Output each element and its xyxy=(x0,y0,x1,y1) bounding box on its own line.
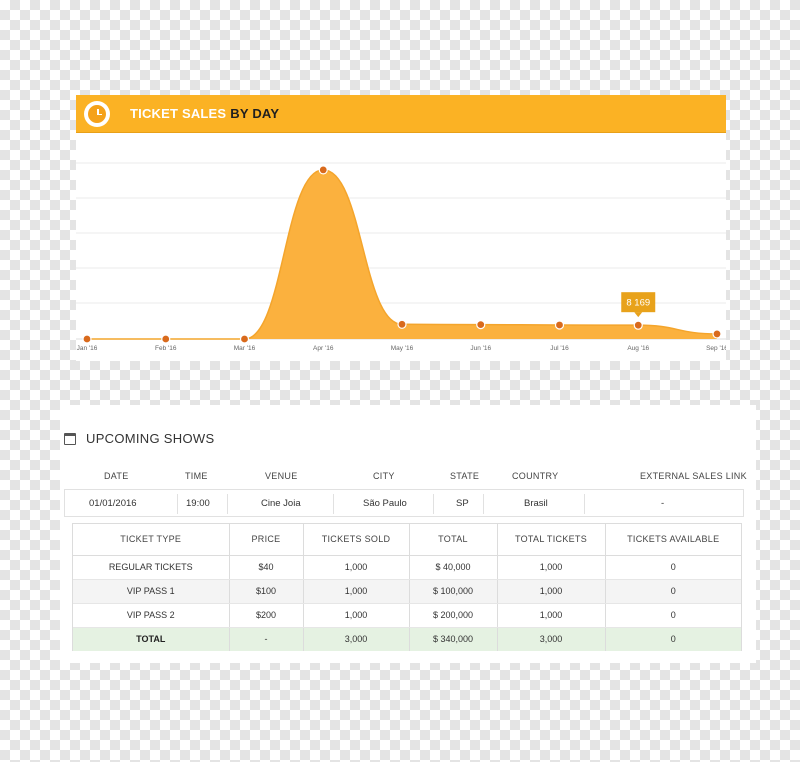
col-city: CITY xyxy=(373,471,395,481)
th-total-tickets: TOTAL TICKETS xyxy=(497,524,606,556)
total-amount: $ 340,000 xyxy=(409,627,498,651)
show-venue: Cine Joia xyxy=(261,498,301,509)
data-point[interactable] xyxy=(397,319,407,329)
data-point[interactable] xyxy=(554,320,565,330)
total-tickets: 1,000 xyxy=(497,555,606,580)
data-point[interactable] xyxy=(318,165,328,175)
data-point[interactable] xyxy=(476,320,486,330)
ticket-sales-panel: TICKET SALES BY DAY Jan '16 Feb '16 Mar '16… xyxy=(76,95,726,361)
tooltip: 8 169 xyxy=(621,292,656,318)
data-point[interactable] xyxy=(712,329,722,339)
ticket-total: $ 200,000 xyxy=(409,603,498,628)
x-tick-label: Jul '16 xyxy=(550,345,569,352)
chart-title: TICKET SALES BY DAY xyxy=(130,106,279,121)
chart-header: TICKET SALES BY DAY xyxy=(76,95,726,133)
clock-icon xyxy=(84,100,110,127)
x-tick-label: Mar '16 xyxy=(234,345,256,352)
col-venue: VENUE xyxy=(265,471,298,481)
chart-area: Jan '16 Feb '16 Mar '16 Apr '16 May '16 Jun '… xyxy=(76,133,726,361)
series-line xyxy=(87,169,718,340)
total-label: TOTAL xyxy=(73,627,230,651)
table-row: REGULAR TICKETS $40 1,000 $ 40,000 1,000… xyxy=(73,555,741,580)
total-row: TOTAL - 3,000 $ 340,000 3,000 0 xyxy=(73,627,741,651)
col-date: DATE xyxy=(104,471,129,481)
chart-title-highlight: TICKET SALES xyxy=(130,106,227,121)
th-tickets-available: TICKETS AVAILABLE xyxy=(605,524,741,556)
x-tick-label: Sep '16 xyxy=(706,345,726,352)
calendar-icon xyxy=(64,432,76,445)
ticket-price: $200 xyxy=(229,603,304,628)
x-tick-label: Jan '16 xyxy=(77,345,98,352)
data-point[interactable] xyxy=(161,334,171,344)
upcoming-shows-title: UPCOMING SHOWS xyxy=(86,431,215,446)
total-tickets: 1,000 xyxy=(497,579,606,604)
table-row: VIP PASS 1 $100 1,000 $ 100,000 1,000 0 xyxy=(73,579,741,604)
total-total-tickets: 3,000 xyxy=(497,627,606,651)
show-country: Brasil xyxy=(524,498,548,509)
th-tickets-sold: TICKETS SOLD xyxy=(303,524,410,556)
ticket-price: $100 xyxy=(229,579,304,604)
tickets-sold: 1,000 xyxy=(303,555,410,580)
total-available: 0 xyxy=(605,627,741,651)
data-point[interactable] xyxy=(239,334,250,344)
ticket-price: $40 xyxy=(229,555,304,580)
ticket-type: VIP PASS 2 xyxy=(73,603,230,628)
table-row: VIP PASS 2 $200 1,000 $ 200,000 1,000 0 xyxy=(73,603,741,628)
chart-title-rest: BY DAY xyxy=(230,106,280,121)
th-total: TOTAL xyxy=(409,524,498,556)
x-tick-label: Jun '16 xyxy=(470,345,491,352)
x-tick-label: Aug '16 xyxy=(627,345,649,352)
tooltip-pointer xyxy=(634,312,643,318)
show-time: 19:00 xyxy=(186,498,210,509)
tooltip-label: 8 169 xyxy=(626,298,650,309)
tickets-sold: 1,000 xyxy=(303,603,410,628)
total-sold: 3,000 xyxy=(303,627,410,651)
total-price: - xyxy=(229,627,304,651)
th-ticket-type: TICKET TYPE xyxy=(73,524,230,556)
show-city: São Paulo xyxy=(363,498,407,509)
th-price: PRICE xyxy=(229,524,304,556)
tickets-available: 0 xyxy=(605,555,741,580)
col-time: TIME xyxy=(185,471,208,481)
show-state: SP xyxy=(456,498,469,509)
tickets-sold: 1,000 xyxy=(303,579,410,604)
x-tick-label: Feb '16 xyxy=(155,345,177,352)
show-external-link[interactable]: - xyxy=(661,498,664,509)
total-tickets: 1,000 xyxy=(497,603,606,628)
tickets-available: 0 xyxy=(605,603,741,628)
data-point[interactable] xyxy=(82,334,92,344)
tickets-available: 0 xyxy=(605,579,741,604)
x-tick-label: May '16 xyxy=(391,345,414,352)
show-row[interactable]: 01/01/2016 19:00 Cine Joia São Paulo SP … xyxy=(64,489,744,517)
ticket-total: $ 40,000 xyxy=(409,555,498,580)
tickets-table: TICKET TYPE PRICE TICKETS SOLD TOTAL TOT… xyxy=(72,523,742,651)
ticket-sales-chart: Jan '16 Feb '16 Mar '16 Apr '16 May '16 Jun '… xyxy=(76,162,726,352)
x-tick-label: Apr '16 xyxy=(313,345,334,352)
ticket-total: $ 100,000 xyxy=(409,579,498,604)
data-point[interactable] xyxy=(633,320,643,330)
col-state: STATE xyxy=(450,471,480,481)
show-date: 01/01/2016 xyxy=(89,498,137,509)
ticket-type: REGULAR TICKETS xyxy=(73,555,230,580)
col-country: COUNTRY xyxy=(512,471,559,481)
upcoming-shows-panel: UPCOMING SHOWS DATE TIME VENUE CITY STAT… xyxy=(60,405,756,663)
tickets-header-row: TICKET TYPE PRICE TICKETS SOLD TOTAL TOT… xyxy=(73,524,741,556)
col-external-link: EXTERNAL SALES LINK xyxy=(640,471,747,481)
series-area xyxy=(87,169,717,339)
ticket-type: VIP PASS 1 xyxy=(73,579,230,604)
